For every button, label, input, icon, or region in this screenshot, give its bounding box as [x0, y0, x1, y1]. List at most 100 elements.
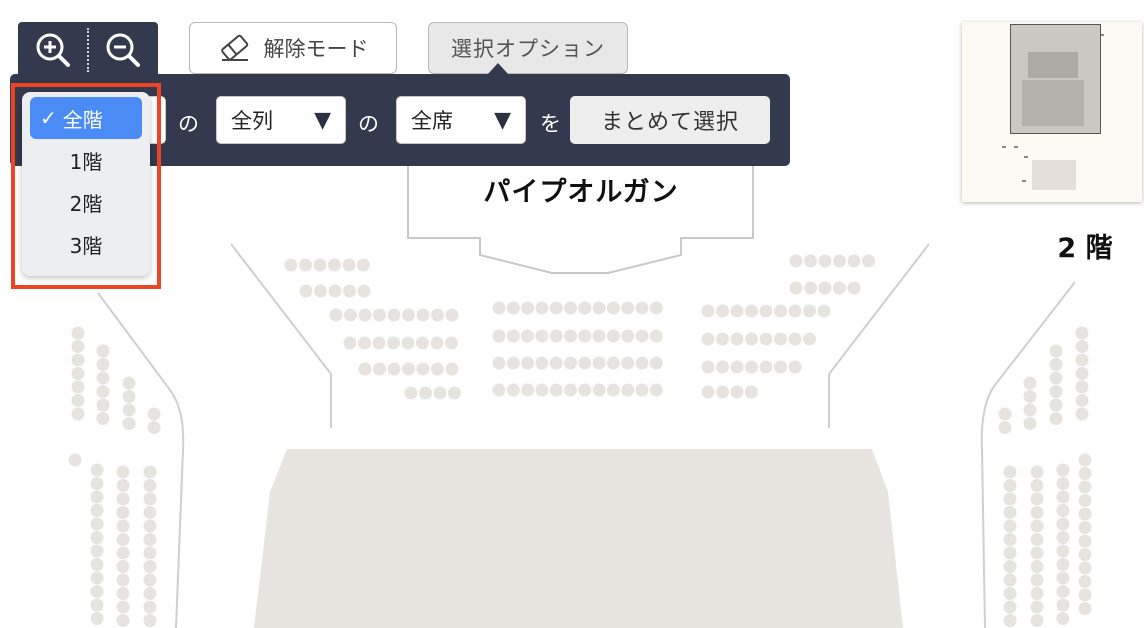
- seat[interactable]: [1003, 533, 1017, 546]
- seat[interactable]: [716, 304, 729, 318]
- seat[interactable]: [90, 504, 104, 517]
- floor-option-2[interactable]: 2階: [30, 181, 142, 223]
- seat[interactable]: [1030, 600, 1044, 614]
- seat[interactable]: [1056, 585, 1070, 598]
- seat[interactable]: [818, 254, 832, 268]
- seat[interactable]: [564, 356, 577, 370]
- seat[interactable]: [803, 332, 816, 346]
- seat[interactable]: [1056, 612, 1070, 625]
- seat[interactable]: [90, 490, 104, 504]
- seat[interactable]: [116, 573, 130, 587]
- seat[interactable]: [506, 301, 520, 315]
- seat[interactable]: [402, 362, 415, 376]
- seat[interactable]: [998, 407, 1012, 421]
- seat[interactable]: [122, 376, 136, 390]
- seat[interactable]: [1030, 533, 1044, 546]
- seat[interactable]: [143, 492, 157, 506]
- seat[interactable]: [90, 531, 104, 544]
- seat[interactable]: [1049, 385, 1063, 398]
- seat[interactable]: [998, 421, 1012, 434]
- seat[interactable]: [147, 421, 161, 434]
- seat[interactable]: [606, 383, 620, 397]
- seat[interactable]: [578, 329, 592, 343]
- seat[interactable]: [96, 344, 110, 358]
- seat[interactable]: [90, 598, 104, 612]
- seat[interactable]: [122, 390, 136, 403]
- seat[interactable]: [759, 360, 773, 374]
- seat[interactable]: [621, 329, 635, 343]
- seat[interactable]: [404, 386, 418, 400]
- seat[interactable]: [521, 329, 535, 343]
- seat[interactable]: [759, 304, 773, 318]
- seat[interactable]: [716, 385, 729, 399]
- seat[interactable]: [416, 362, 430, 376]
- seat[interactable]: [774, 304, 787, 318]
- seat[interactable]: [147, 407, 161, 421]
- seat[interactable]: [1056, 477, 1070, 490]
- seat[interactable]: [549, 329, 563, 343]
- seat[interactable]: [314, 284, 327, 298]
- seat[interactable]: [1078, 467, 1092, 480]
- seat[interactable]: [1023, 390, 1037, 403]
- seat[interactable]: [1003, 587, 1017, 600]
- bulk-select-button[interactable]: まとめて選択: [570, 96, 770, 144]
- seat[interactable]: [535, 301, 549, 315]
- seat[interactable]: [372, 336, 386, 350]
- seat[interactable]: [1078, 561, 1092, 575]
- seat[interactable]: [122, 403, 136, 417]
- seat[interactable]: [313, 258, 327, 272]
- seat[interactable]: [1075, 340, 1089, 353]
- seat[interactable]: [402, 308, 415, 322]
- seat[interactable]: [343, 284, 356, 298]
- seat[interactable]: [71, 340, 85, 353]
- seat[interactable]: [803, 304, 816, 318]
- seat[interactable]: [1030, 587, 1044, 600]
- seat[interactable]: [90, 477, 104, 490]
- seat[interactable]: [1075, 407, 1089, 421]
- seat[interactable]: [90, 463, 104, 477]
- seat[interactable]: [759, 332, 773, 346]
- seat[interactable]: [774, 360, 787, 374]
- seat[interactable]: [1003, 465, 1017, 479]
- seat[interactable]: [342, 258, 356, 272]
- seat[interactable]: [1078, 575, 1092, 588]
- seat[interactable]: [143, 560, 157, 573]
- seat[interactable]: [1056, 598, 1070, 612]
- seat[interactable]: [774, 332, 787, 346]
- seat[interactable]: [96, 385, 110, 398]
- seat[interactable]: [1075, 353, 1089, 367]
- seat[interactable]: [635, 383, 649, 397]
- seat[interactable]: [122, 417, 136, 430]
- seat[interactable]: [358, 362, 372, 376]
- seat[interactable]: [578, 301, 592, 315]
- seat[interactable]: [116, 587, 130, 600]
- seat[interactable]: [90, 544, 104, 558]
- seat[interactable]: [730, 360, 744, 374]
- seat[interactable]: [343, 336, 357, 350]
- seat[interactable]: [401, 336, 415, 350]
- floor-option-1[interactable]: 1階: [30, 139, 142, 181]
- seat[interactable]: [1023, 417, 1037, 430]
- minimap[interactable]: [962, 22, 1142, 202]
- seat[interactable]: [1049, 358, 1063, 371]
- seat[interactable]: [1078, 494, 1092, 507]
- seat[interactable]: [535, 356, 549, 370]
- seat[interactable]: [143, 614, 157, 627]
- seat[interactable]: [387, 336, 400, 350]
- seat[interactable]: [701, 332, 715, 346]
- seat[interactable]: [521, 301, 535, 315]
- seat[interactable]: [701, 304, 715, 318]
- seat[interactable]: [745, 332, 758, 346]
- seat[interactable]: [535, 329, 549, 343]
- seat[interactable]: [1056, 517, 1070, 531]
- seat[interactable]: [1078, 548, 1092, 561]
- seat[interactable]: [448, 386, 461, 400]
- seat[interactable]: [1030, 614, 1044, 627]
- seat[interactable]: [1075, 380, 1089, 394]
- seat[interactable]: [716, 360, 729, 374]
- seat[interactable]: [116, 519, 130, 533]
- seat[interactable]: [606, 356, 620, 370]
- seat[interactable]: [357, 284, 371, 298]
- seat[interactable]: [789, 254, 803, 268]
- seat[interactable]: [592, 329, 606, 343]
